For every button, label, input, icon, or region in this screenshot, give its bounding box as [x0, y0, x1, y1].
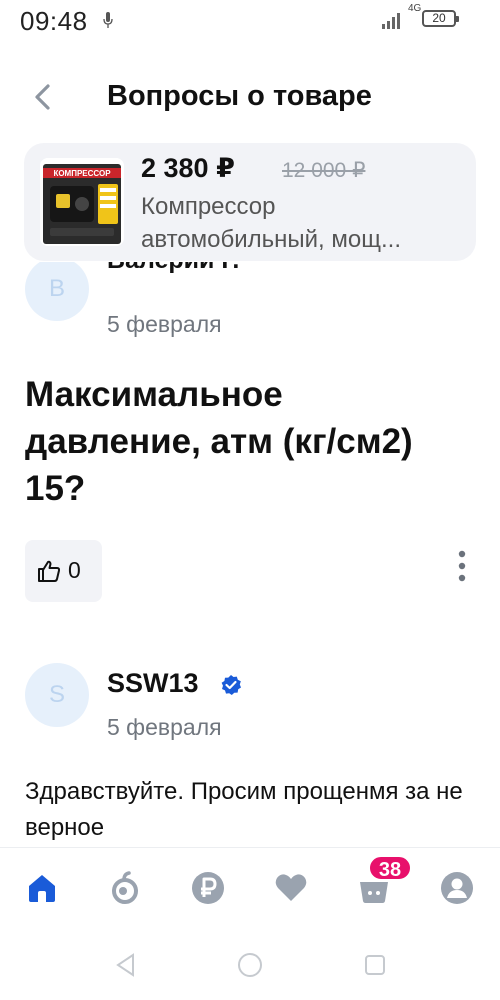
answer-text: Здравствуйте. Просим прощенмя за не верн… [25, 778, 463, 841]
home-icon[interactable] [24, 870, 60, 906]
back-icon[interactable] [26, 80, 60, 114]
status-time: 09:48 [20, 6, 88, 36]
product-name: Компрессор автомобильный, мощ... [141, 193, 401, 253]
product-card[interactable]: КОМПРЕССОР 2 380 ₽ 12 000 ₽ Компрессор а… [24, 143, 476, 261]
ruble-icon[interactable] [190, 870, 226, 906]
thumbs-up-icon [38, 560, 61, 582]
like-count: 0 [68, 557, 81, 583]
cart-badge: 38 [368, 855, 412, 881]
microphone-icon [103, 12, 113, 28]
question-text: Максимальное давление, атм (кг/см2) 15? [25, 375, 413, 508]
network-type: 4G [408, 3, 422, 14]
product-price: 2 380 ₽ [141, 153, 235, 183]
like-button[interactable]: 0 [25, 540, 102, 602]
page-title: Вопросы о товаре [107, 80, 372, 112]
avatar: S [25, 663, 89, 727]
verified-icon [221, 675, 241, 695]
avatar-initial: В [48, 275, 65, 302]
battery-level: 20 [432, 11, 446, 25]
question-date: 5 февраля [107, 311, 222, 337]
product-thumbnail: КОМПРЕССОР [40, 158, 124, 246]
product-image-label: КОМПРЕССОР [53, 169, 111, 178]
heart-icon[interactable] [273, 870, 309, 906]
header: Вопросы о товаре [0, 70, 500, 126]
question-author: В Валерий Г. 5 февраля [0, 262, 500, 342]
status-bar: 09:48 4G 20 [0, 0, 500, 44]
answer-author-name: SSW13 [107, 668, 199, 698]
system-recents-icon[interactable] [362, 952, 388, 978]
answer-date: 5 февраля [107, 714, 222, 740]
system-back-icon[interactable] [113, 952, 139, 978]
system-nav-bar [0, 930, 500, 1000]
product-image: КОМПРЕССОР [40, 158, 124, 246]
signal-icon [382, 13, 400, 29]
system-home-icon[interactable] [237, 952, 263, 978]
profile-icon[interactable] [439, 870, 475, 906]
product-old-price: 12 000 ₽ [282, 159, 366, 182]
avatar-initial: S [48, 681, 65, 708]
bottom-nav [0, 847, 500, 929]
avatar: В [25, 262, 89, 321]
battery-icon: 20 [422, 10, 459, 27]
question-author-name: Валерий Г. [107, 262, 239, 275]
more-vertical-icon[interactable] [452, 548, 472, 584]
catalog-icon[interactable] [107, 870, 143, 906]
